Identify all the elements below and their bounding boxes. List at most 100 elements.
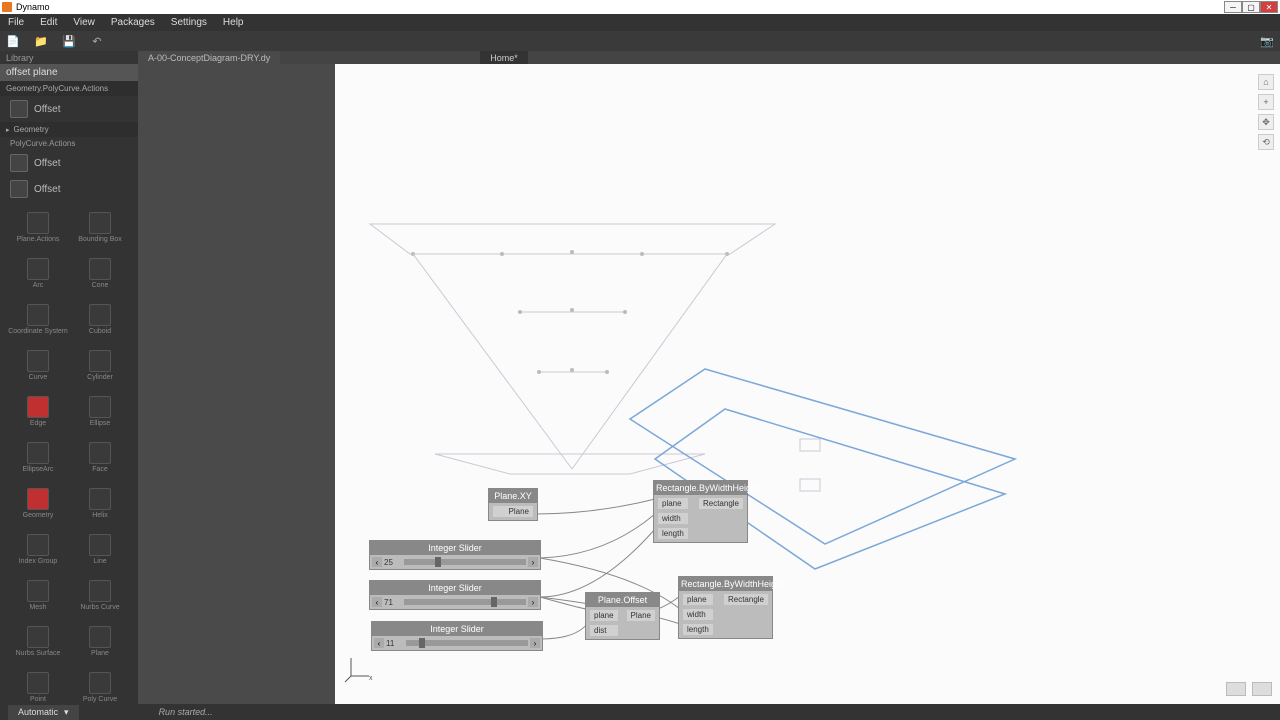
maximize-button[interactable]: ▢ bbox=[1242, 1, 1260, 13]
grid-coord[interactable]: Coordinate System bbox=[8, 298, 68, 342]
node-input-plane[interactable]: plane bbox=[590, 610, 618, 621]
menu-file[interactable]: File bbox=[8, 17, 24, 28]
grid-line[interactable]: Line bbox=[70, 528, 130, 572]
tab-file1[interactable]: A-00-ConceptDiagram-DRY.dy bbox=[138, 51, 280, 64]
node-integer-slider-3[interactable]: Integer Slider ‹ 11 › bbox=[371, 621, 543, 651]
minimize-button[interactable]: ─ bbox=[1224, 1, 1242, 13]
node-output-rect[interactable]: Rectangle bbox=[699, 498, 743, 509]
grid-bounding-box[interactable]: Bounding Box bbox=[70, 206, 130, 250]
node-header: Integer Slider bbox=[370, 581, 540, 595]
node-input-length[interactable]: length bbox=[683, 624, 713, 635]
node-rectangle-1[interactable]: Rectangle.ByWidthHeight plane width leng… bbox=[653, 480, 748, 543]
layout-toggle[interactable] bbox=[1252, 682, 1272, 696]
grid-helix[interactable]: Helix bbox=[70, 482, 130, 526]
pan-icon[interactable]: ✥ bbox=[1258, 114, 1274, 130]
statusbar: Automatic▾ Run started... bbox=[0, 704, 1280, 720]
lib-subcat-polycurve: PolyCurve.Actions bbox=[0, 137, 138, 150]
grid-cuboid[interactable]: Cuboid bbox=[70, 298, 130, 342]
slider-value: 11 bbox=[386, 639, 404, 648]
app-logo-icon bbox=[2, 2, 12, 12]
slider-track[interactable] bbox=[404, 599, 526, 605]
node-input-length[interactable]: length bbox=[658, 528, 688, 539]
grid-arc[interactable]: Arc bbox=[8, 252, 68, 296]
slider-track[interactable] bbox=[404, 559, 526, 565]
view-controls: ⌂ + ✥ ⟲ bbox=[1258, 74, 1274, 150]
node-header: Rectangle.ByWidthHeight bbox=[654, 481, 747, 495]
slider-thumb[interactable] bbox=[491, 597, 497, 607]
grid-face[interactable]: Face bbox=[70, 436, 130, 480]
node-rectangle-2[interactable]: Rectangle.ByWidthHeight plane width leng… bbox=[678, 576, 773, 639]
lib-category-polycurve: Geometry.PolyCurve.Actions bbox=[0, 81, 138, 96]
save-file-icon[interactable]: 💾 bbox=[62, 34, 76, 48]
slider-left-arrow-icon[interactable]: ‹ bbox=[372, 557, 382, 567]
node-input-width[interactable]: width bbox=[658, 513, 688, 524]
window-controls: ─ ▢ ✕ bbox=[1224, 1, 1278, 13]
menu-help[interactable]: Help bbox=[223, 17, 244, 28]
node-input-plane[interactable]: plane bbox=[683, 594, 713, 605]
slider-right-arrow-icon[interactable]: › bbox=[530, 638, 540, 648]
mid-panel bbox=[138, 64, 335, 704]
menu-edit[interactable]: Edit bbox=[40, 17, 57, 28]
axis-widget-icon: x bbox=[343, 654, 373, 684]
lib-item-offset2[interactable]: Offset bbox=[0, 150, 138, 176]
view-mode-toggle[interactable] bbox=[1226, 682, 1246, 696]
tab-file2[interactable]: Home* bbox=[480, 51, 528, 64]
node-plane-xy[interactable]: Plane.XY Plane bbox=[488, 488, 538, 521]
node-input-plane[interactable]: plane bbox=[658, 498, 688, 509]
new-file-icon[interactable]: 📄 bbox=[6, 34, 20, 48]
run-mode-button[interactable]: Automatic▾ bbox=[8, 705, 79, 720]
grid-plane[interactable]: Plane bbox=[70, 620, 130, 664]
search-input[interactable] bbox=[0, 64, 138, 81]
lib-category-geometry[interactable]: ▸Geometry bbox=[0, 122, 138, 137]
slider-left-arrow-icon[interactable]: ‹ bbox=[374, 638, 384, 648]
node-integer-slider-1[interactable]: Integer Slider ‹ 25 › bbox=[369, 540, 541, 570]
node-output-rect[interactable]: Rectangle bbox=[724, 594, 768, 605]
slider-thumb[interactable] bbox=[435, 557, 441, 567]
grid-ellipse[interactable]: Ellipse bbox=[70, 390, 130, 434]
node-plane-offset[interactable]: Plane.Offset plane dist Plane bbox=[585, 592, 660, 640]
library-icon-grid: Plane.Actions Bounding Box Arc Cone Coor… bbox=[0, 202, 138, 714]
slider-right-arrow-icon[interactable]: › bbox=[528, 557, 538, 567]
slider-thumb[interactable] bbox=[419, 638, 425, 648]
menubar: File Edit View Packages Settings Help bbox=[0, 14, 1280, 31]
node-header: Plane.XY bbox=[489, 489, 537, 503]
slider-left-arrow-icon[interactable]: ‹ bbox=[372, 597, 382, 607]
grid-cylinder[interactable]: Cylinder bbox=[70, 344, 130, 388]
canvas[interactable]: ⌂ + ✥ ⟲ Plane.XY Plane Rectangle.ByWidth… bbox=[335, 64, 1280, 704]
menu-packages[interactable]: Packages bbox=[111, 17, 155, 28]
grid-geometry[interactable]: Geometry bbox=[8, 482, 68, 526]
slider-track[interactable] bbox=[406, 640, 528, 646]
lib-item-offset1[interactable]: Offset bbox=[0, 96, 138, 122]
node-output-plane[interactable]: Plane bbox=[627, 610, 655, 621]
open-file-icon[interactable]: 📁 bbox=[34, 34, 48, 48]
grid-nurbs[interactable]: Nurbs Curve bbox=[70, 574, 130, 618]
undo-icon[interactable]: ↶ bbox=[90, 34, 104, 48]
grid-curve[interactable]: Curve bbox=[8, 344, 68, 388]
library-sidebar: Geometry.PolyCurve.Actions Offset ▸Geome… bbox=[0, 64, 138, 704]
node-input-width[interactable]: width bbox=[683, 609, 713, 620]
grid-ellipse-arc[interactable]: EllipseArc bbox=[8, 436, 68, 480]
grid-index-group[interactable]: Index Group bbox=[8, 528, 68, 572]
grid-mesh[interactable]: Mesh bbox=[8, 574, 68, 618]
orbit-icon[interactable]: ⟲ bbox=[1258, 134, 1274, 150]
grid-cone[interactable]: Cone bbox=[70, 252, 130, 296]
lib-item-offset3[interactable]: Offset bbox=[0, 176, 138, 202]
grid-point[interactable]: Point bbox=[8, 666, 68, 710]
offset-icon bbox=[10, 180, 28, 198]
grid-edge[interactable]: Edge bbox=[8, 390, 68, 434]
menu-settings[interactable]: Settings bbox=[171, 17, 207, 28]
slider-value: 25 bbox=[384, 558, 402, 567]
camera-icon[interactable]: 📷 bbox=[1260, 34, 1274, 48]
node-output-plane[interactable]: Plane bbox=[493, 506, 533, 517]
menu-view[interactable]: View bbox=[73, 17, 95, 28]
node-integer-slider-2[interactable]: Integer Slider ‹ 71 › bbox=[369, 580, 541, 610]
node-input-dist[interactable]: dist bbox=[590, 625, 618, 636]
zoom-in-icon[interactable]: + bbox=[1258, 94, 1274, 110]
slider-value: 71 bbox=[384, 598, 402, 607]
slider-right-arrow-icon[interactable]: › bbox=[528, 597, 538, 607]
grid-poly[interactable]: Poly Curve bbox=[70, 666, 130, 710]
close-button[interactable]: ✕ bbox=[1260, 1, 1278, 13]
grid-plane-actions[interactable]: Plane.Actions bbox=[8, 206, 68, 250]
zoom-fit-icon[interactable]: ⌂ bbox=[1258, 74, 1274, 90]
grid-nurbs-surf[interactable]: Nurbs Surface bbox=[8, 620, 68, 664]
